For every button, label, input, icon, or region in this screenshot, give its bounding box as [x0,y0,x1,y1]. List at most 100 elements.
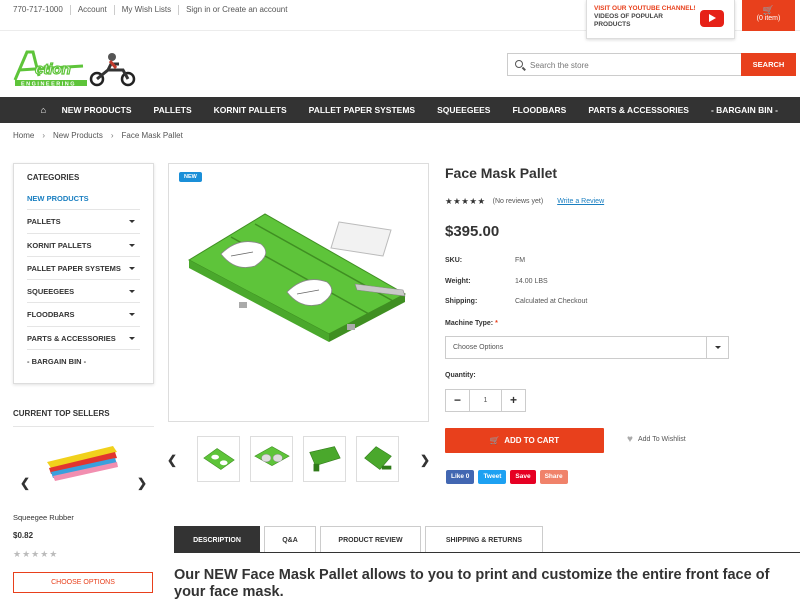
facebook-like-button[interactable]: Like 0 [446,470,475,484]
svg-text:ction: ction [35,61,71,78]
rating-stars-icon: ★★★★★ [13,549,59,559]
quantity-stepper: − 1 + [445,389,526,412]
wishlist-label: Add To Wishlist [637,436,686,443]
product-description: Our NEW Face Mask Pallet allows to you t… [174,567,770,600]
search-button[interactable]: SEARCH [741,53,796,76]
category-squeegees[interactable]: SQUEEGEES [27,280,140,304]
cart-button[interactable]: 🛒 (0 item) [742,0,795,31]
cart-count: (0 item) [756,15,781,22]
heart-icon: ♥ [627,434,633,445]
top-seller-name[interactable]: Squeegee Rubber [13,513,74,522]
machine-type-select[interactable]: Choose Options [445,336,729,359]
category-floodbars[interactable]: FLOODBARS [27,303,140,327]
review-count: (No reviews yet) [492,198,544,205]
cart-icon: 🛒 [762,5,775,15]
youtube-icon [700,10,724,27]
face-mask-pallet-illustration [187,213,407,342]
nav-item-parts-accessories[interactable]: PARTS & ACCESSORIES [588,105,689,115]
squeegee-rubber-image[interactable] [45,440,120,485]
tab-product-review[interactable]: PRODUCT REVIEW [320,526,421,553]
divider [13,426,154,427]
chevron-down-icon[interactable] [129,220,135,224]
increment-button[interactable]: + [502,390,525,411]
product-tabs: DESCRIPTION Q&A PRODUCT REVIEW SHIPPING … [174,526,547,553]
phone-link[interactable]: 770-717-1000 [13,5,71,15]
category-kornit-pallets[interactable]: KORNIT PALLETS [27,234,140,257]
weight-value: 14.00 LBS [515,278,548,285]
chevron-down-icon [706,337,728,358]
social-share-bar: Like 0 Tweet Save Share [446,470,572,484]
chevron-down-icon[interactable] [129,243,135,247]
thumb-next-icon[interactable]: ❯ [420,453,430,467]
categories-heading: CATEGORIES [27,173,80,182]
category-pallet-paper-systems[interactable]: PALLET PAPER SYSTEMS [27,257,140,281]
breadcrumb: Home › New Products › Face Mask Pallet [13,131,183,140]
top-seller-price: $0.82 [13,531,34,540]
tab-shipping-returns[interactable]: SHIPPING & RETURNS [425,526,543,553]
chevron-down-icon[interactable] [129,336,135,340]
shipping-value: Calculated at Checkout [515,298,588,305]
carousel-next-icon[interactable]: ❯ [137,476,147,490]
category-new-products[interactable]: NEW PRODUCTS [27,187,140,211]
machine-type-value: Choose Options [453,344,504,351]
categories-panel: CATEGORIES NEW PRODUCTS PALLETS KORNIT P… [13,163,154,384]
tab-description[interactable]: DESCRIPTION [174,526,260,553]
thumb-prev-icon[interactable]: ❮ [167,453,177,467]
search-icon [515,60,523,68]
category-bargain-bin[interactable]: - BARGAIN BIN - [27,350,140,373]
youtube-promo-subtitle: VIDEOS OF POPULAR PRODUCTS [594,13,663,28]
machine-type-label: Machine Type: * [445,320,498,327]
site-logo[interactable]: ction ENGINEERING [13,46,138,88]
product-thumbnail[interactable] [303,436,346,482]
top-links: 770-717-1000 Account My Wish Lists Sign … [13,5,294,15]
quantity-input[interactable]: 1 [469,390,502,411]
tab-divider [174,552,800,553]
search-placeholder: Search the store [530,61,589,70]
chevron-down-icon[interactable] [129,290,135,294]
main-nav: ⌂ NEW PRODUCTS PALLETS KORNIT PALLETS PA… [0,97,800,123]
shipping-label: Shipping: [445,298,478,305]
search-input[interactable]: Search the store [507,53,742,76]
choose-options-button[interactable]: CHOOSE OPTIONS [13,572,153,593]
category-pallets[interactable]: PALLETS [27,210,140,234]
nav-item-bargain-bin[interactable]: - BARGAIN BIN - [711,105,778,115]
tab-qa[interactable]: Q&A [264,526,316,553]
breadcrumb-new-products[interactable]: New Products [53,131,103,140]
product-price: $395.00 [445,223,500,240]
account-link[interactable]: Account [71,5,115,15]
product-thumbnail[interactable] [197,436,240,482]
add-to-wishlist-button[interactable]: ♥ Add To Wishlist [627,434,686,445]
home-icon[interactable]: ⌂ [38,105,49,115]
pinterest-save-button[interactable]: Save [510,470,536,484]
write-review-link[interactable]: Write a Review [557,198,604,205]
category-parts-accessories[interactable]: PARTS & ACCESSORIES [27,327,140,351]
product-thumbnail[interactable] [356,436,399,482]
chevron-down-icon[interactable] [129,266,135,270]
rating-row: ★★★★★ (No reviews yet) Write a Review [445,196,604,207]
nav-item-floodbars[interactable]: FLOODBARS [512,105,566,115]
add-to-cart-button[interactable]: 🛒 ADD TO CART [445,428,604,453]
nav-item-pallet-paper-systems[interactable]: PALLET PAPER SYSTEMS [309,105,415,115]
breadcrumb-current: Face Mask Pallet [121,131,183,140]
carousel-prev-icon[interactable]: ❮ [20,476,30,490]
youtube-promo[interactable]: VISIT OUR YOUTUBE CHANNEL! VIDEOS OF POP… [586,0,735,39]
product-thumbnail[interactable] [250,436,293,482]
breadcrumb-separator-icon: › [110,131,114,140]
quantity-label: Quantity: [445,372,476,379]
breadcrumb-home[interactable]: Home [13,131,34,140]
wishlist-link[interactable]: My Wish Lists [115,5,180,15]
decrement-button[interactable]: − [446,390,469,411]
breadcrumb-separator-icon: › [42,131,46,140]
signin-link[interactable]: Sign in or Create an account [179,5,294,15]
nav-item-squeegees[interactable]: SQUEEGEES [437,105,490,115]
sku-label: SKU: [445,257,463,264]
weight-label: Weight: [445,278,471,285]
tweet-button[interactable]: Tweet [478,470,507,484]
nav-item-new-products[interactable]: NEW PRODUCTS [62,105,132,115]
rating-stars-icon: ★★★★★ [445,196,486,206]
nav-item-kornit-pallets[interactable]: KORNIT PALLETS [214,105,287,115]
product-main-image[interactable]: NEW [168,163,429,422]
share-button[interactable]: Share [539,470,568,484]
nav-item-pallets[interactable]: PALLETS [154,105,192,115]
chevron-down-icon[interactable] [129,313,135,317]
